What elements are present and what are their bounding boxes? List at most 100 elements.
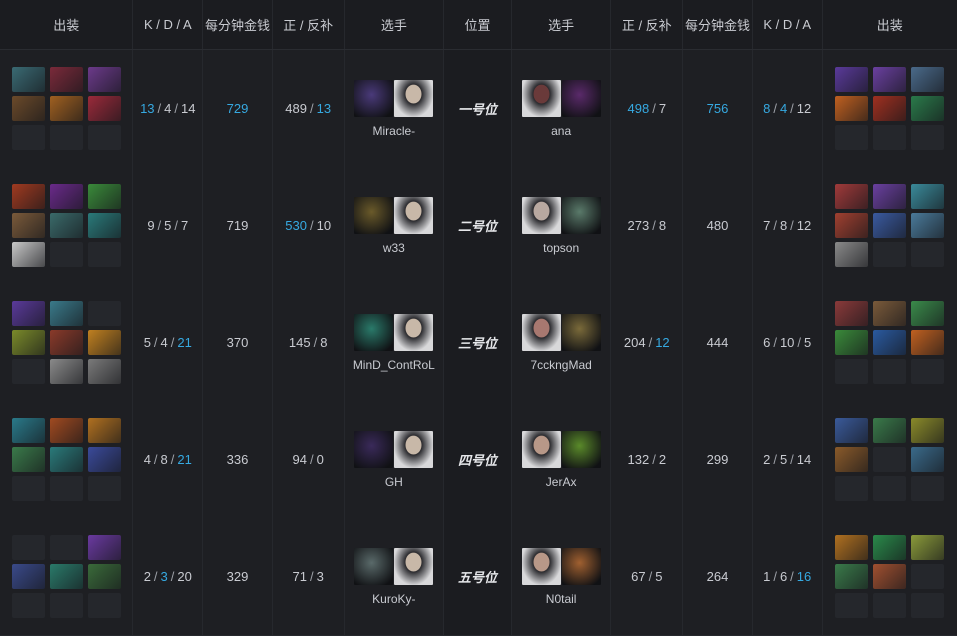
player-name[interactable]: topson: [543, 241, 579, 255]
item-icon[interactable]: [873, 535, 907, 560]
item-icon[interactable]: [911, 535, 945, 560]
player-left[interactable]: MinD_ContRoL: [344, 284, 445, 401]
item-icon[interactable]: [87, 213, 121, 238]
player-card[interactable]: w33: [354, 196, 434, 255]
item-icon[interactable]: [87, 564, 121, 589]
item-icon[interactable]: [873, 301, 907, 326]
item-icon[interactable]: [835, 242, 869, 267]
player-name[interactable]: ana: [551, 124, 571, 138]
player-name[interactable]: KuroKy-: [372, 592, 415, 606]
player-photo[interactable]: [394, 430, 434, 468]
item-icon[interactable]: [911, 184, 945, 209]
player-right[interactable]: ana: [511, 50, 612, 167]
player-left[interactable]: GH: [344, 401, 445, 518]
item-icon[interactable]: [11, 330, 45, 355]
player-photo[interactable]: [394, 196, 434, 234]
player-photo[interactable]: [394, 79, 434, 117]
item-icon[interactable]: [11, 96, 45, 121]
item-icon[interactable]: [873, 418, 907, 443]
item-icon[interactable]: [11, 242, 45, 267]
item-icon[interactable]: [87, 67, 121, 92]
player-left[interactable]: w33: [344, 167, 445, 284]
player-card[interactable]: MinD_ContRoL: [353, 313, 435, 372]
item-icon[interactable]: [835, 67, 869, 92]
item-icon[interactable]: [835, 96, 869, 121]
hero-portrait[interactable]: [354, 313, 394, 351]
item-icon[interactable]: [911, 330, 945, 355]
item-icon[interactable]: [11, 301, 45, 326]
item-icon[interactable]: [873, 96, 907, 121]
item-icon[interactable]: [873, 330, 907, 355]
player-card[interactable]: 7cckngMad: [521, 313, 601, 372]
player-card[interactable]: JerAx: [521, 430, 601, 489]
player-name[interactable]: GH: [385, 475, 403, 489]
item-icon[interactable]: [911, 301, 945, 326]
player-name[interactable]: Miracle-: [372, 124, 415, 138]
player-photo[interactable]: [394, 313, 434, 351]
item-icon[interactable]: [87, 330, 121, 355]
item-icon[interactable]: [87, 96, 121, 121]
item-icon[interactable]: [87, 184, 121, 209]
hero-portrait[interactable]: [561, 313, 601, 351]
item-icon[interactable]: [87, 447, 121, 472]
item-icon[interactable]: [49, 564, 83, 589]
hero-portrait[interactable]: [561, 547, 601, 585]
item-icon[interactable]: [835, 213, 869, 238]
item-icon[interactable]: [87, 359, 121, 384]
item-icon[interactable]: [873, 564, 907, 589]
player-left[interactable]: KuroKy-: [344, 518, 445, 635]
item-icon[interactable]: [835, 301, 869, 326]
hero-portrait[interactable]: [354, 79, 394, 117]
item-icon[interactable]: [49, 418, 83, 443]
player-name[interactable]: JerAx: [546, 475, 577, 489]
player-name[interactable]: MinD_ContRoL: [353, 358, 435, 372]
item-icon[interactable]: [49, 359, 83, 384]
item-icon[interactable]: [49, 96, 83, 121]
item-icon[interactable]: [87, 535, 121, 560]
item-icon[interactable]: [835, 535, 869, 560]
hero-portrait[interactable]: [561, 79, 601, 117]
item-icon[interactable]: [11, 67, 45, 92]
player-photo[interactable]: [521, 79, 561, 117]
player-photo[interactable]: [521, 430, 561, 468]
item-icon[interactable]: [911, 67, 945, 92]
player-card[interactable]: Miracle-: [354, 79, 434, 138]
player-right[interactable]: topson: [511, 167, 612, 284]
player-photo[interactable]: [394, 547, 434, 585]
player-right[interactable]: N0tail: [511, 518, 612, 635]
hero-portrait[interactable]: [354, 196, 394, 234]
hero-portrait[interactable]: [354, 547, 394, 585]
item-icon[interactable]: [87, 418, 121, 443]
item-icon[interactable]: [911, 447, 945, 472]
item-icon[interactable]: [873, 184, 907, 209]
item-icon[interactable]: [835, 184, 869, 209]
item-icon[interactable]: [911, 96, 945, 121]
item-icon[interactable]: [873, 67, 907, 92]
item-icon[interactable]: [835, 418, 869, 443]
item-icon[interactable]: [49, 184, 83, 209]
item-icon[interactable]: [835, 564, 869, 589]
hero-portrait[interactable]: [354, 430, 394, 468]
player-right[interactable]: JerAx: [511, 401, 612, 518]
item-icon[interactable]: [11, 418, 45, 443]
item-icon[interactable]: [11, 184, 45, 209]
item-icon[interactable]: [11, 213, 45, 238]
player-name[interactable]: N0tail: [546, 592, 577, 606]
item-icon[interactable]: [49, 213, 83, 238]
player-card[interactable]: GH: [354, 430, 434, 489]
item-icon[interactable]: [49, 67, 83, 92]
item-icon[interactable]: [49, 301, 83, 326]
player-right[interactable]: 7cckngMad: [511, 284, 612, 401]
hero-portrait[interactable]: [561, 196, 601, 234]
player-card[interactable]: topson: [521, 196, 601, 255]
hero-portrait[interactable]: [561, 430, 601, 468]
item-icon[interactable]: [911, 418, 945, 443]
player-card[interactable]: ana: [521, 79, 601, 138]
item-icon[interactable]: [873, 213, 907, 238]
item-icon[interactable]: [11, 564, 45, 589]
player-card[interactable]: N0tail: [521, 547, 601, 606]
player-photo[interactable]: [521, 547, 561, 585]
player-left[interactable]: Miracle-: [344, 50, 445, 167]
player-card[interactable]: KuroKy-: [354, 547, 434, 606]
player-name[interactable]: w33: [383, 241, 405, 255]
